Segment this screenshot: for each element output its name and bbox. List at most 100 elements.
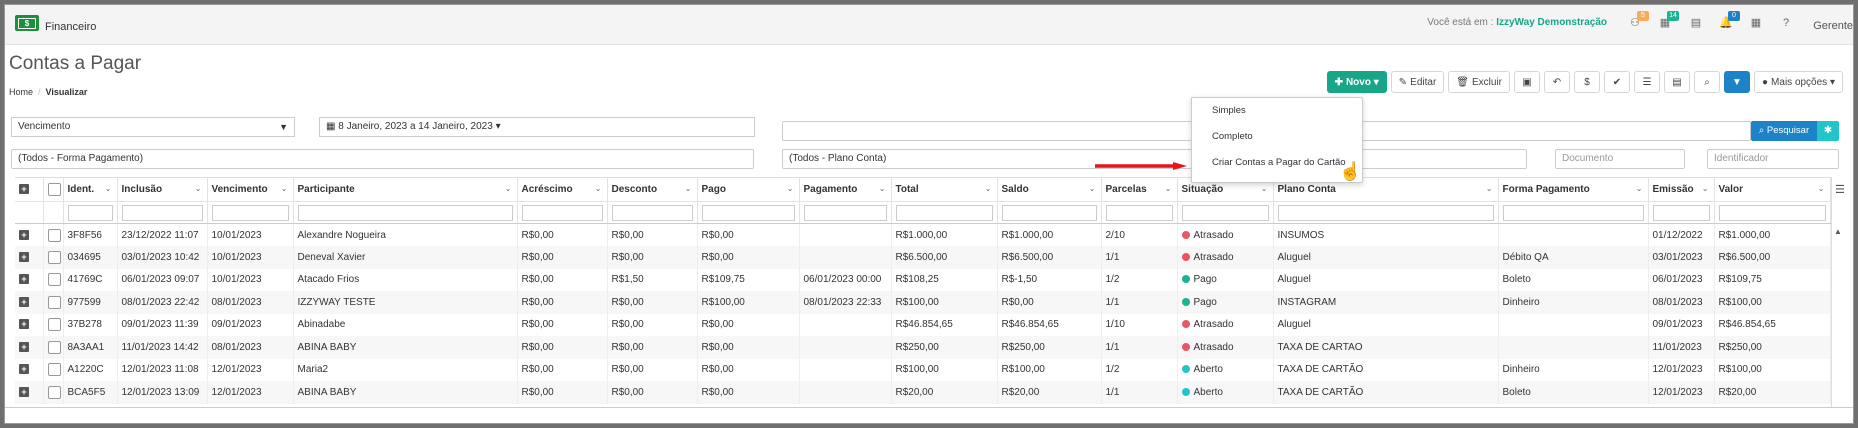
search-button[interactable]: ⌕: [1694, 71, 1720, 93]
column-menu-icon[interactable]: ☰: [1835, 183, 1845, 196]
column-header[interactable]: Valor ⌄: [1714, 177, 1831, 202]
menu-item-simples[interactable]: Simples: [1192, 98, 1362, 124]
table-row[interactable]: +8A3AA1 11/01/2023 14:42 08/01/2023 ABINA B…: [15, 336, 1831, 359]
horizontal-scrollbar[interactable]: [5, 407, 1853, 423]
chevron-down-icon[interactable]: ⌄: [1636, 184, 1643, 193]
column-filter-input[interactable]: [211, 204, 289, 221]
dollar-button[interactable]: $: [1574, 71, 1600, 93]
column-filter-input[interactable]: [67, 204, 113, 221]
help-icon[interactable]: ?: [1778, 15, 1794, 31]
plus-square-icon[interactable]: +: [19, 341, 29, 352]
column-filter-input[interactable]: [1181, 204, 1269, 221]
column-header[interactable]: Inclusão ⌄: [117, 177, 208, 202]
chevron-down-icon[interactable]: ⌄: [1261, 184, 1268, 193]
table-row[interactable]: +41769C 06/01/2023 09:07 10/01/2023 Atacado…: [15, 268, 1831, 291]
settings-button[interactable]: ✱: [1817, 121, 1839, 141]
column-header[interactable]: Pagamento ⌄: [799, 177, 892, 202]
row-checkbox[interactable]: [47, 340, 61, 354]
building-icon[interactable]: ▦ 14: [1657, 11, 1679, 31]
plus-square-icon[interactable]: +: [19, 364, 29, 375]
card-button[interactable]: ▤: [1664, 71, 1690, 93]
chevron-down-icon[interactable]: ⌄: [105, 184, 112, 193]
select-all-header[interactable]: [43, 177, 64, 202]
column-filter-input[interactable]: [1502, 204, 1644, 221]
plus-square-icon[interactable]: +: [19, 296, 29, 307]
column-filter-input[interactable]: [521, 204, 603, 221]
column-filter-input[interactable]: [1001, 204, 1097, 221]
column-header[interactable]: Parcelas ⌄: [1101, 177, 1178, 202]
table-row[interactable]: + A1220C 12/01/2023 11:08 12/01/2023 Maria2 R…: [15, 358, 1831, 381]
plus-square-icon[interactable]: +: [19, 229, 29, 240]
bell-icon[interactable]: 🔔 0: [1718, 11, 1740, 31]
mais-opcoes-button[interactable]: ● Mais opções ▾: [1754, 71, 1843, 93]
chevron-down-icon[interactable]: ⌄: [195, 184, 202, 193]
user-menu[interactable]: Gerente: [1813, 20, 1853, 32]
table-row[interactable]: + BCA5F5 12/01/2023 13:09 12/01/2023 ABINA B…: [15, 381, 1831, 404]
chevron-down-icon[interactable]: ⌄: [1486, 184, 1493, 193]
plus-square-icon[interactable]: +: [19, 251, 29, 262]
sitemap-icon[interactable]: ⚇ 5: [1627, 11, 1649, 31]
date-field-select[interactable]: Vencimento ▼: [11, 117, 295, 137]
row-checkbox[interactable]: [47, 228, 61, 242]
column-filter-input[interactable]: [297, 204, 513, 221]
column-header[interactable]: Ident. ⌄: [63, 177, 118, 202]
row-checkbox[interactable]: [47, 295, 61, 309]
calendar-icon[interactable]: ▦: [1748, 15, 1764, 31]
chevron-down-icon[interactable]: ⌄: [505, 184, 512, 193]
column-header[interactable]: Acréscimo ⌄: [517, 177, 608, 202]
date-range-picker[interactable]: ▦ 8 Janeiro, 2023 a 14 Janeiro, 2023 ▾: [319, 117, 755, 137]
column-filter-input[interactable]: [121, 204, 203, 221]
excluir-button[interactable]: 🗑 Excluir: [1448, 71, 1510, 93]
row-checkbox[interactable]: [47, 363, 61, 377]
chevron-down-icon[interactable]: ⌄: [281, 184, 288, 193]
table-row[interactable]: +977599 08/01/2023 22:42 08/01/2023 IZZYWAY…: [15, 291, 1831, 314]
menu-item-criar-cartao[interactable]: Criar Contas a Pagar do Cartão: [1192, 150, 1362, 176]
check-button[interactable]: ✔: [1604, 71, 1630, 93]
plus-square-icon[interactable]: +: [19, 274, 29, 285]
column-header[interactable]: Vencimento ⌄: [207, 177, 294, 202]
row-checkbox[interactable]: [47, 250, 61, 264]
chevron-down-icon[interactable]: ⌄: [1165, 184, 1172, 193]
chevron-down-icon[interactable]: ⌄: [787, 184, 794, 193]
row-checkbox[interactable]: [47, 318, 61, 332]
column-header[interactable]: Emissão ⌄: [1648, 177, 1715, 202]
chevron-down-icon[interactable]: ⌄: [595, 184, 602, 193]
breadcrumb-home[interactable]: Home: [9, 87, 33, 97]
column-filter-input[interactable]: [1277, 204, 1494, 221]
column-header[interactable]: Pago ⌄: [697, 177, 800, 202]
table-row[interactable]: +37B278 09/01/2023 11:39 09/01/2023 Abinada…: [15, 313, 1831, 336]
pesquisar-button[interactable]: ⌕ Pesquisar: [1751, 121, 1817, 141]
chevron-down-icon[interactable]: ⌄: [1089, 184, 1096, 193]
column-header[interactable]: Saldo ⌄: [997, 177, 1102, 202]
expand-all-header[interactable]: +: [15, 177, 44, 202]
row-checkbox[interactable]: [47, 273, 61, 287]
scroll-up-icon[interactable]: ▲: [1834, 227, 1842, 236]
plus-square-icon[interactable]: +: [19, 386, 29, 397]
column-filter-input[interactable]: [1105, 204, 1173, 221]
list-icon[interactable]: ▤: [1688, 15, 1704, 31]
list-button[interactable]: ☰: [1634, 71, 1660, 93]
chevron-down-icon[interactable]: ⌄: [1702, 184, 1709, 193]
column-header[interactable]: Forma Pagamento ⌄: [1498, 177, 1649, 202]
undo-button[interactable]: ↶: [1544, 71, 1570, 93]
chevron-down-icon[interactable]: ⌄: [879, 184, 886, 193]
plus-square-icon[interactable]: +: [19, 319, 29, 330]
row-checkbox[interactable]: [47, 385, 61, 399]
money-button[interactable]: ▣: [1514, 71, 1540, 93]
column-filter-input[interactable]: [611, 204, 693, 221]
column-menu[interactable]: [1831, 177, 1851, 409]
forma-pagamento-select[interactable]: (Todos - Forma Pagamento): [11, 149, 754, 169]
column-header[interactable]: Total ⌄: [891, 177, 998, 202]
documento-input[interactable]: Documento: [1555, 149, 1685, 169]
table-row[interactable]: +034695 03/01/2023 10:42 10/01/2023 Deneval…: [15, 246, 1831, 269]
column-header[interactable]: Desconto ⌄: [607, 177, 698, 202]
column-filter-input[interactable]: [1652, 204, 1710, 221]
column-filter-input[interactable]: [701, 204, 795, 221]
filter-button[interactable]: ▼: [1724, 71, 1750, 93]
table-row[interactable]: +3F8F56 23/12/2022 11:07 10/01/2023 Alexand…: [15, 223, 1831, 246]
select-all-checkbox[interactable]: [47, 183, 61, 196]
column-header[interactable]: Participante ⌄: [293, 177, 518, 202]
editar-button[interactable]: ✎ Editar: [1390, 71, 1445, 93]
identificador-input[interactable]: Identificador: [1707, 149, 1839, 169]
column-filter-input[interactable]: [1718, 204, 1826, 221]
